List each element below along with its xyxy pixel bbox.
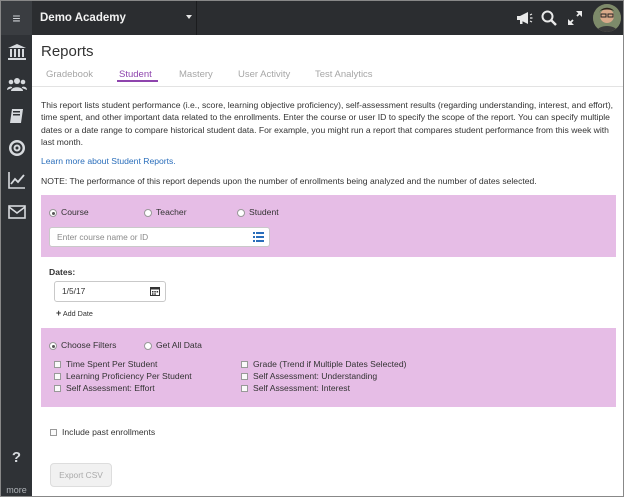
checkbox-include-past-enrollments[interactable] — [50, 429, 57, 436]
filter-learning-proficiency-label: Learning Proficiency Per Student — [66, 371, 192, 381]
tab-user-activity[interactable]: User Activity — [238, 69, 290, 80]
target-icon[interactable] — [1, 134, 32, 162]
calendar-icon[interactable] — [150, 286, 160, 296]
add-date-label: Add Date — [62, 309, 93, 318]
main-content: Reports Gradebook Student Mastery User A… — [32, 35, 623, 496]
checkbox-self-assessment-interest[interactable] — [241, 385, 248, 392]
tab-student[interactable]: Student — [119, 69, 152, 80]
top-bar: Demo Academy — [32, 1, 623, 35]
learn-more-link[interactable]: Learn more about Student Reports. — [41, 156, 176, 166]
checkbox-learning-proficiency[interactable] — [54, 373, 61, 380]
page-title: Reports — [41, 43, 94, 60]
export-csv-button[interactable]: Export CSV — [50, 463, 112, 487]
tab-test-analytics[interactable]: Test Analytics — [315, 69, 373, 80]
reports-chart-icon[interactable] — [1, 166, 32, 194]
radio-choose-filters-label: Choose Filters — [61, 340, 117, 350]
book-icon[interactable] — [1, 102, 32, 130]
scope-panel: Course Teacher Student Enter course name… — [41, 195, 616, 257]
mail-icon[interactable] — [1, 198, 32, 226]
app-window: ≡ ? more Demo Academy Reports Gradebook … — [0, 0, 624, 497]
filter-time-spent-label: Time Spent Per Student — [66, 359, 158, 369]
more-label[interactable]: more — [1, 485, 32, 495]
checkbox-self-assessment-understanding[interactable] — [241, 373, 248, 380]
radio-course-label: Course — [61, 207, 89, 217]
dates-label: Dates: — [49, 267, 76, 277]
megaphone-icon[interactable] — [515, 9, 533, 27]
performance-note: NOTE: The performance of this report dep… — [41, 176, 537, 186]
radio-student[interactable] — [237, 209, 245, 217]
plus-icon: + — [56, 308, 62, 318]
menu-icon[interactable]: ≡ — [1, 1, 32, 35]
course-search-input[interactable]: Enter course name or ID — [49, 227, 270, 247]
sidebar: ≡ ? more — [1, 1, 32, 496]
avatar[interactable] — [593, 4, 621, 32]
filter-self-assessment-effort-label: Self Assessment: Effort — [66, 383, 155, 393]
checkbox-self-assessment-effort[interactable] — [54, 385, 61, 392]
report-description: This report lists student performance (i… — [41, 100, 614, 147]
org-selector[interactable]: Demo Academy — [34, 1, 197, 35]
date-value: 1/5/17 — [62, 286, 86, 296]
radio-course[interactable] — [49, 209, 57, 217]
filter-grade-label: Grade (Trend if Multiple Dates Selected) — [253, 359, 407, 369]
filter-self-assessment-understanding-label: Self Assessment: Understanding — [253, 371, 378, 381]
list-icon[interactable] — [253, 232, 264, 242]
tab-gradebook[interactable]: Gradebook — [46, 69, 93, 80]
add-date-button[interactable]: + Add Date — [56, 308, 93, 318]
radio-teacher-label: Teacher — [156, 207, 187, 217]
expand-icon[interactable] — [566, 9, 584, 27]
org-name: Demo Academy — [40, 12, 126, 24]
date-input[interactable]: 1/5/17 — [54, 281, 166, 302]
course-search-placeholder: Enter course name or ID — [57, 232, 149, 242]
users-icon[interactable] — [1, 70, 32, 98]
radio-get-all-data[interactable] — [144, 342, 152, 350]
radio-choose-filters[interactable] — [49, 342, 57, 350]
radio-student-label: Student — [249, 207, 279, 217]
radio-teacher[interactable] — [144, 209, 152, 217]
institution-icon[interactable] — [1, 38, 32, 66]
filters-panel: Choose Filters Get All Data Time Spent P… — [41, 328, 616, 407]
checkbox-grade[interactable] — [241, 361, 248, 368]
help-icon[interactable]: ? — [1, 449, 32, 466]
chevron-down-icon — [186, 15, 192, 19]
divider — [32, 86, 623, 87]
checkbox-time-spent[interactable] — [54, 361, 61, 368]
filter-self-assessment-interest-label: Self Assessment: Interest — [253, 383, 350, 393]
active-tab-indicator — [117, 80, 158, 82]
include-past-enrollments-label: Include past enrollments — [62, 427, 156, 437]
radio-get-all-data-label: Get All Data — [156, 340, 202, 350]
search-icon[interactable] — [540, 9, 558, 27]
tab-mastery[interactable]: Mastery — [179, 69, 213, 80]
